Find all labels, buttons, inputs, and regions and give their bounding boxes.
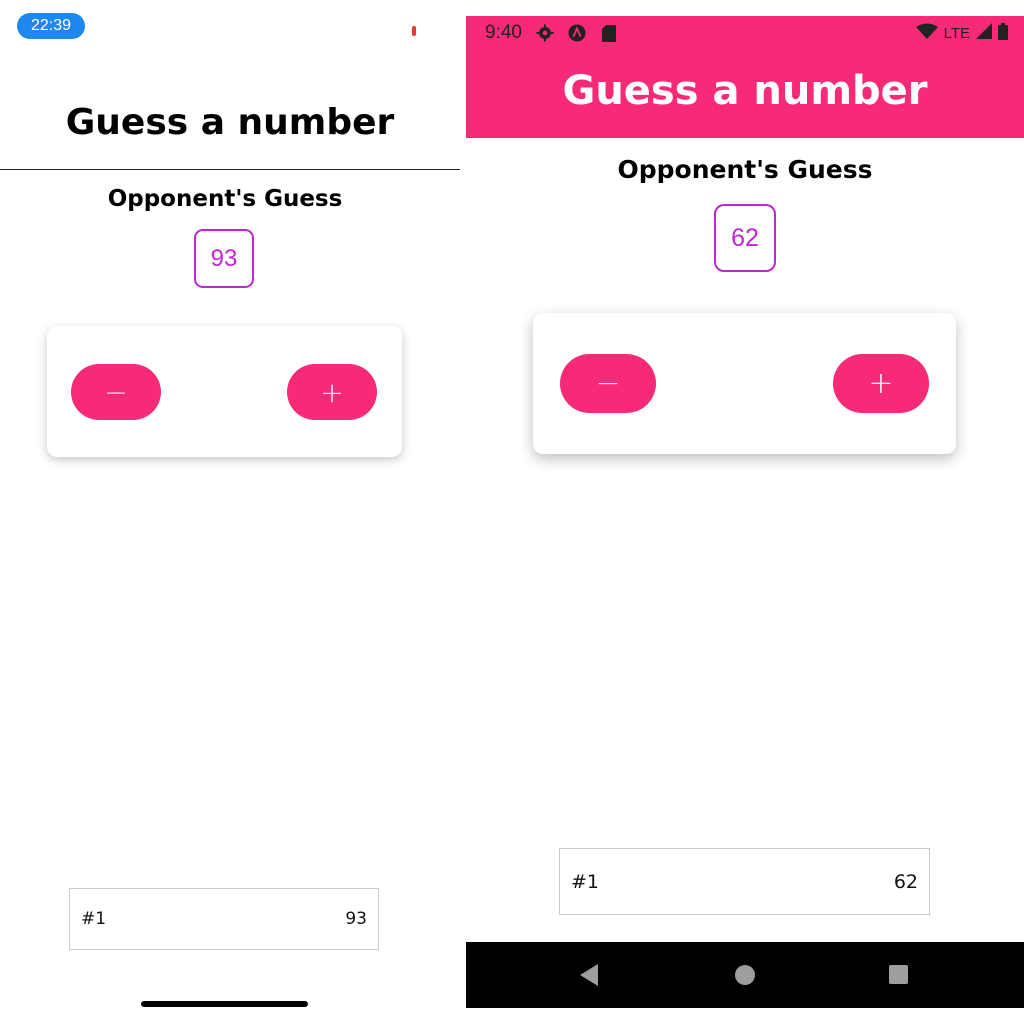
ios-screen: 22:39 Guess a number Opponent's Guess 93…	[0, 0, 460, 1024]
android-higher-button[interactable]: +	[833, 354, 929, 413]
ios-status-time: 22:39	[17, 13, 85, 39]
ios-log-round: #1	[81, 909, 107, 929]
android-lower-button[interactable]: −	[560, 354, 656, 413]
sd-card-icon	[600, 24, 618, 42]
ios-lower-button[interactable]: −	[71, 364, 161, 420]
ios-higher-button[interactable]: +	[287, 364, 377, 420]
ios-log-item: #1 93	[69, 888, 379, 950]
home-indicator[interactable]	[141, 1001, 308, 1007]
ios-guess-number: 93	[194, 229, 254, 288]
android-status-bar-left: 9:40	[485, 22, 618, 44]
recording-indicator-icon	[412, 26, 416, 36]
app-comparison: 22:39 Guess a number Opponent's Guess 93…	[0, 0, 1024, 1024]
android-status-time: 9:40	[485, 22, 522, 43]
ios-log-guess: 93	[345, 909, 367, 929]
home-icon[interactable]	[735, 965, 755, 985]
gear-icon	[536, 24, 554, 42]
android-subtitle: Opponent's Guess	[617, 155, 873, 184]
android-screen: 9:40 LTE Guess a number Opponent's Guess…	[466, 16, 1024, 1008]
android-guess-number: 62	[714, 204, 776, 272]
app-icon	[568, 24, 586, 42]
ios-controls-card: − +	[47, 326, 402, 457]
android-header-title: Guess a number	[562, 68, 928, 114]
android-nav-bar	[466, 942, 1024, 1008]
battery-icon	[998, 22, 1008, 44]
android-log-item: #1 62	[559, 848, 930, 915]
android-status-bar-right: LTE	[915, 22, 1008, 44]
wifi-icon	[915, 23, 938, 43]
recents-icon[interactable]	[889, 965, 908, 984]
android-status-network: LTE	[943, 24, 970, 42]
android-controls-card: − +	[533, 313, 956, 454]
ios-subtitle: Opponent's Guess	[107, 186, 343, 212]
android-header: 9:40 LTE Guess a number	[466, 16, 1024, 138]
back-icon[interactable]	[580, 964, 598, 986]
android-log-guess: 62	[893, 870, 918, 893]
signal-icon	[976, 23, 992, 43]
ios-header-title: Guess a number	[65, 102, 395, 143]
android-log-round: #1	[571, 870, 600, 893]
